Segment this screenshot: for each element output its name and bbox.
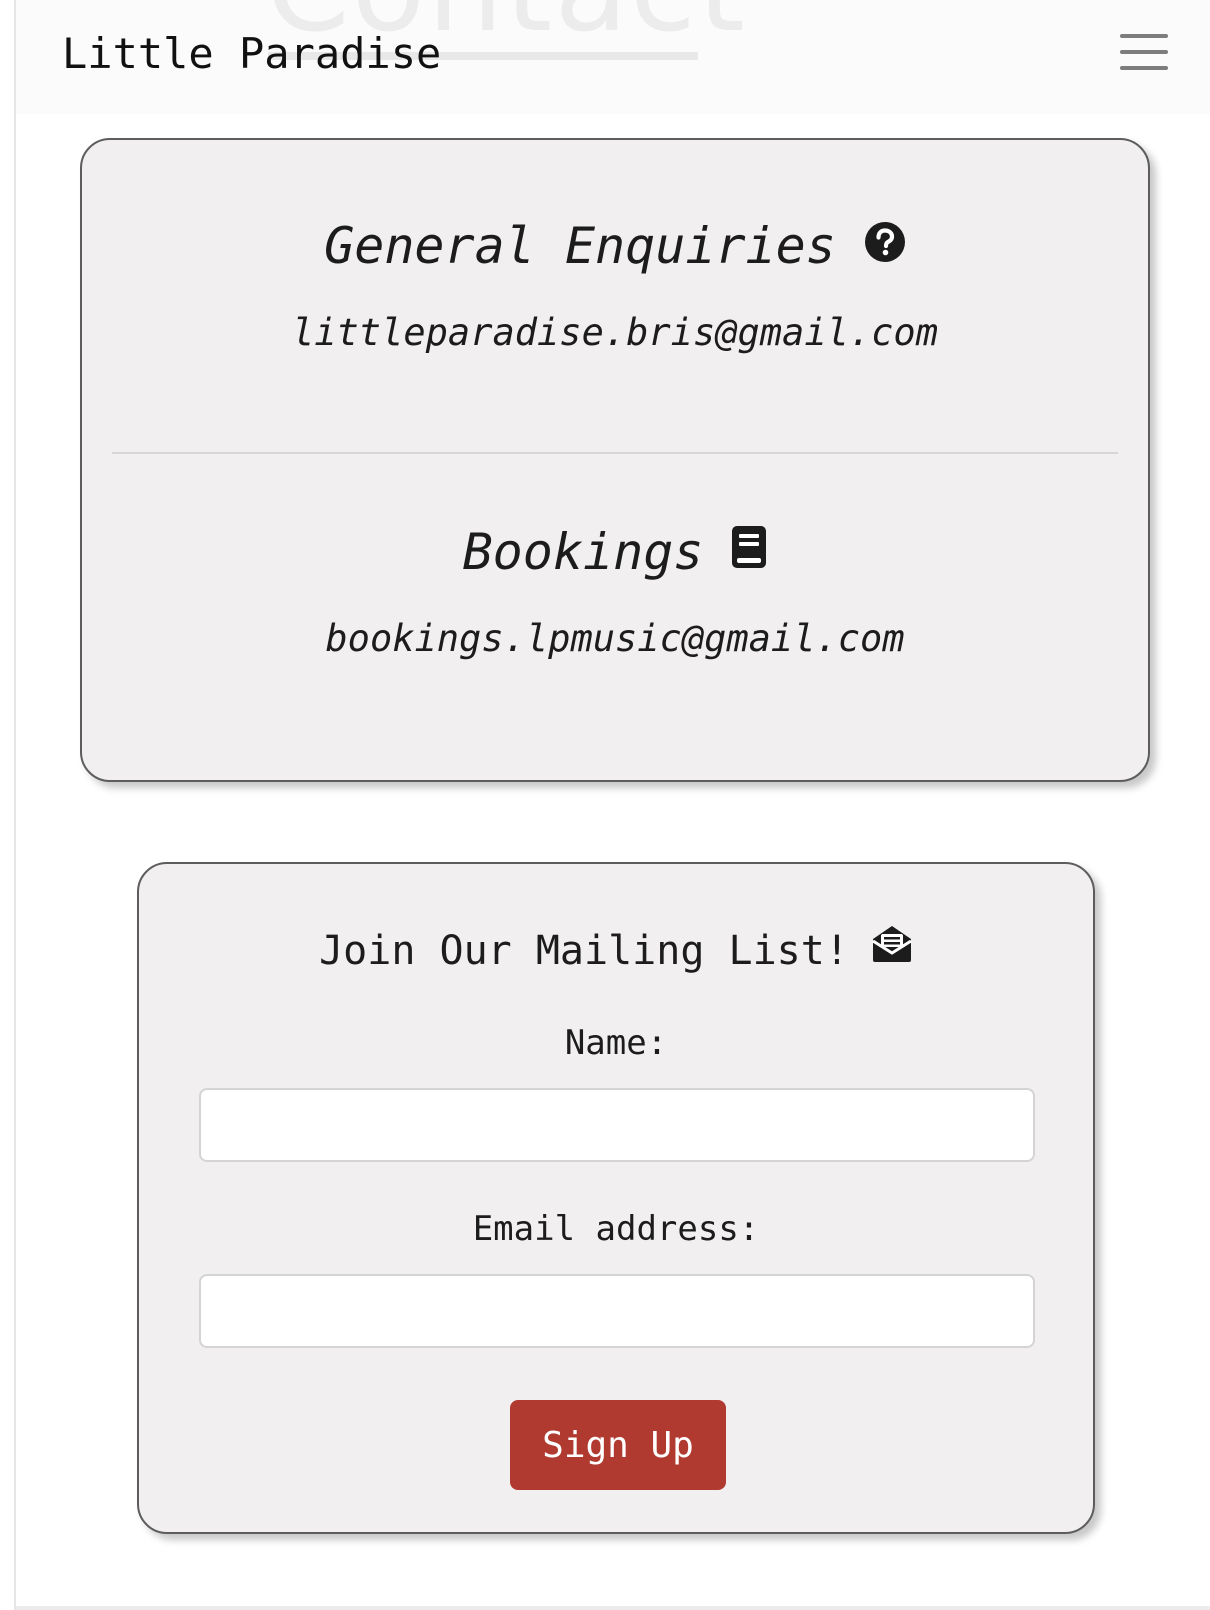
question-circle-icon bbox=[864, 216, 906, 276]
contact-card: General Enquiries littleparadise.bris@gm… bbox=[80, 138, 1150, 782]
brand-link[interactable]: Little Paradise bbox=[62, 30, 441, 78]
menu-bar-top bbox=[1120, 34, 1168, 38]
menu-bar-middle bbox=[1120, 50, 1168, 54]
envelope-open-icon bbox=[871, 923, 913, 975]
mailing-list-title: Join Our Mailing List! bbox=[319, 928, 849, 974]
navbar: Contact Little Paradise bbox=[16, 0, 1210, 114]
general-enquiries-email[interactable]: littleparadise.bris@gmail.com bbox=[82, 310, 1148, 356]
email-label: Email address: bbox=[472, 1209, 760, 1249]
bookings-heading: Bookings bbox=[82, 522, 1148, 586]
bookings-email[interactable]: bookings.lpmusic@gmail.com bbox=[82, 616, 1148, 662]
mailing-list-card: Join Our Mailing List! Name: Email addre… bbox=[137, 862, 1095, 1534]
general-enquiries-heading: General Enquiries bbox=[82, 216, 1148, 280]
mailing-list-heading: Join Our Mailing List! bbox=[139, 926, 1093, 979]
name-label: Name: bbox=[564, 1023, 668, 1063]
general-enquiries-title: General Enquiries bbox=[324, 217, 836, 275]
bookings-title: Bookings bbox=[462, 523, 704, 581]
contact-divider bbox=[112, 452, 1118, 454]
email-input[interactable] bbox=[199, 1274, 1035, 1348]
sign-up-button[interactable]: Sign Up bbox=[510, 1400, 726, 1490]
menu-bar-bottom bbox=[1120, 66, 1168, 70]
book-icon bbox=[731, 522, 767, 582]
hamburger-menu-icon[interactable] bbox=[1116, 32, 1172, 76]
page-bottom-border bbox=[16, 1606, 1210, 1610]
name-input[interactable] bbox=[199, 1088, 1035, 1162]
page-left-border bbox=[14, 0, 16, 1610]
